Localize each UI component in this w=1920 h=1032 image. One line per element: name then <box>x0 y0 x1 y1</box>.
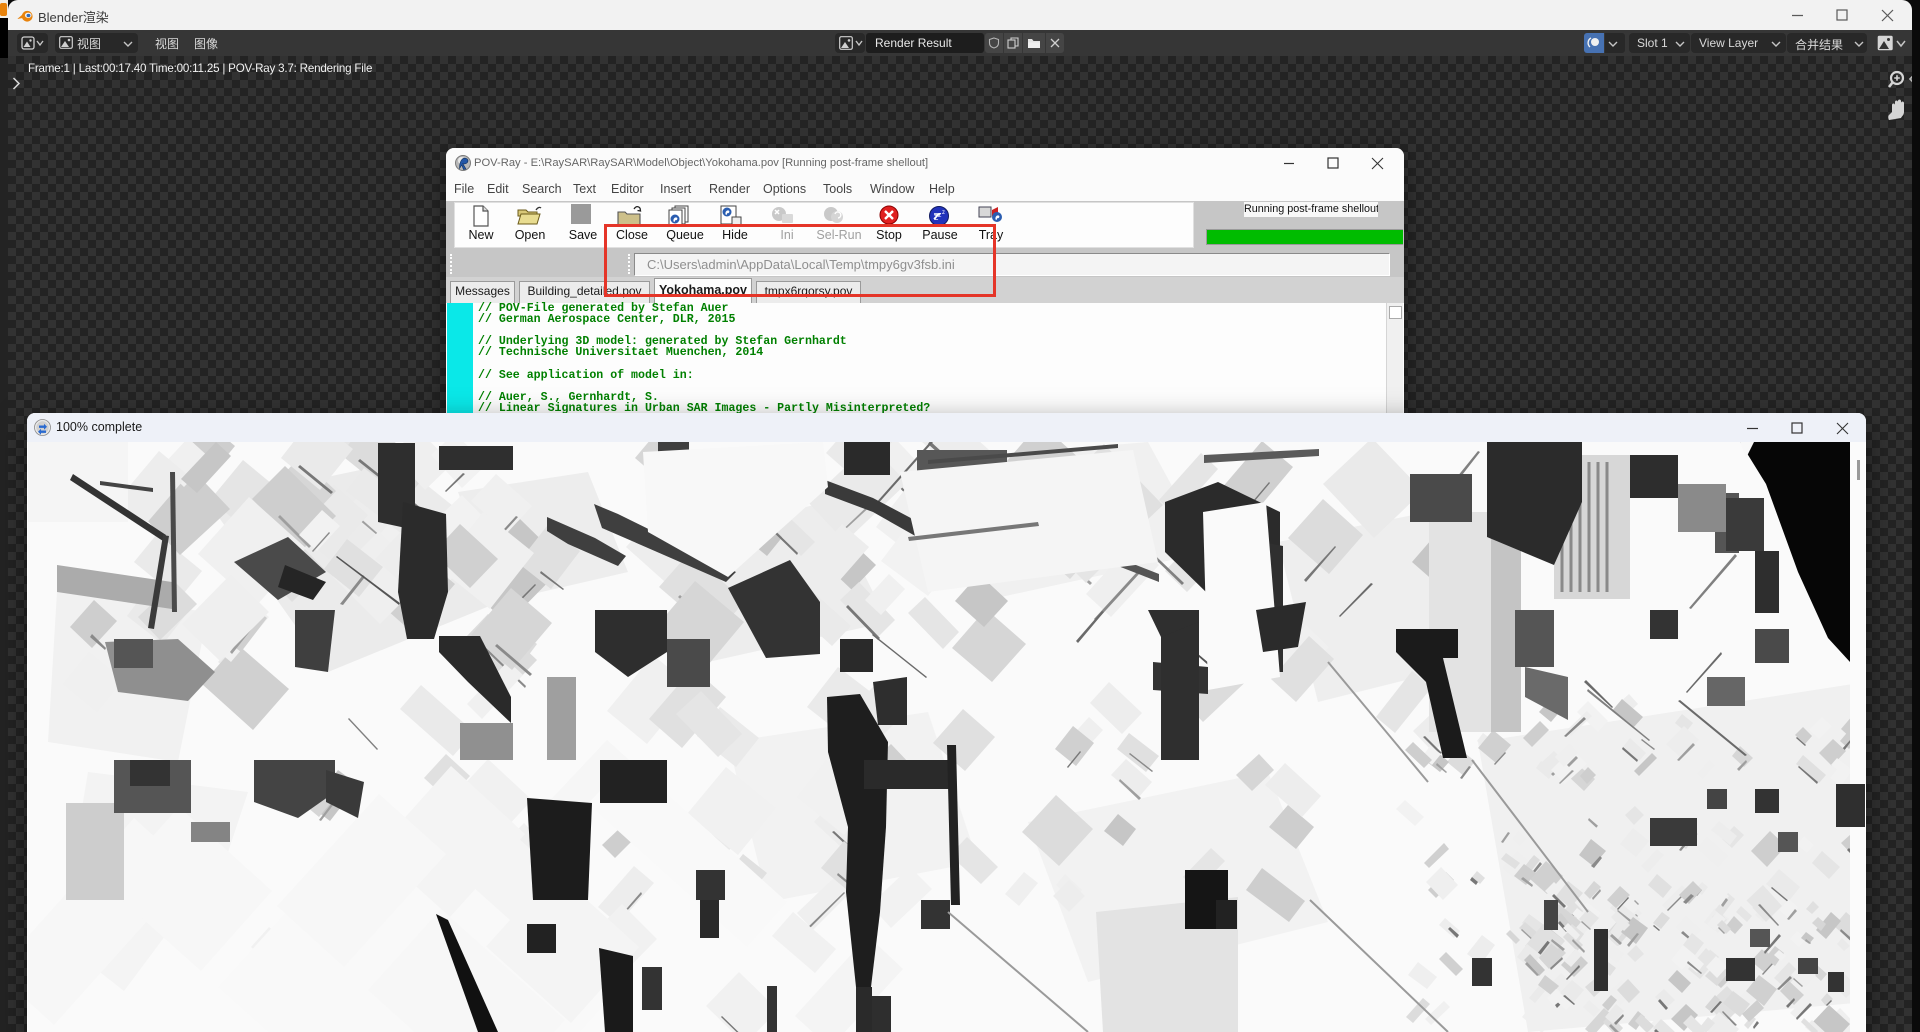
svg-text:z: z <box>942 210 945 216</box>
